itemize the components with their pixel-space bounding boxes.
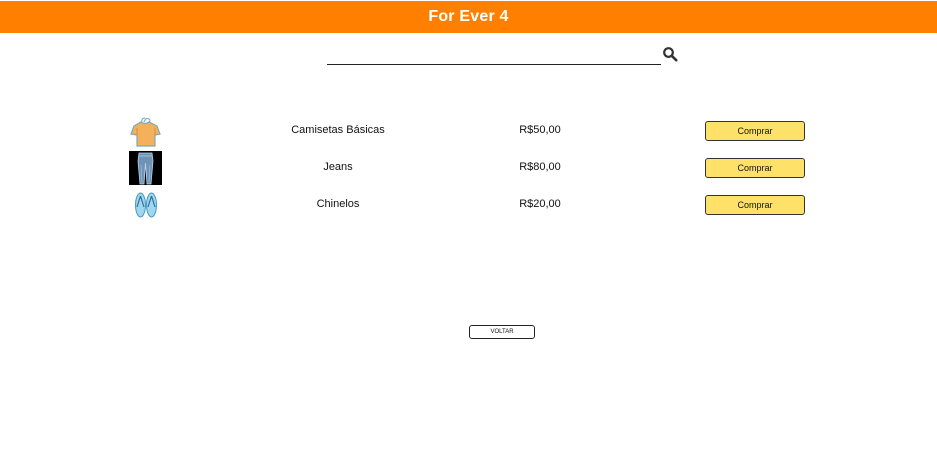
buy-button[interactable]: Comprar [705, 121, 805, 141]
buy-button[interactable]: Comprar [705, 195, 805, 215]
product-name: Chinelos [316, 198, 360, 210]
product-name: Camisetas Básicas [291, 124, 385, 136]
buy-button[interactable]: Comprar [705, 158, 805, 178]
flip-flops-image [135, 192, 157, 218]
product-row: Chinelos R$20,00 Comprar [0, 188, 937, 222]
product-price: R$80,00 [519, 161, 561, 173]
header-bar: For Ever 4 [0, 1, 937, 33]
product-row: Jeans R$80,00 Comprar [0, 151, 937, 185]
jeans-image [129, 151, 162, 185]
product-price: R$50,00 [519, 124, 561, 136]
search-icon[interactable] [662, 46, 678, 62]
product-price: R$20,00 [519, 198, 561, 210]
search-bar [327, 44, 679, 66]
product-name: Jeans [323, 161, 353, 173]
search-input[interactable] [327, 44, 661, 65]
product-row: Camisetas Básicas R$50,00 Comprar [0, 114, 937, 148]
page-title: For Ever 4 [428, 8, 509, 25]
tshirt-image [130, 117, 161, 147]
back-button[interactable]: VOLTAR [469, 325, 535, 339]
